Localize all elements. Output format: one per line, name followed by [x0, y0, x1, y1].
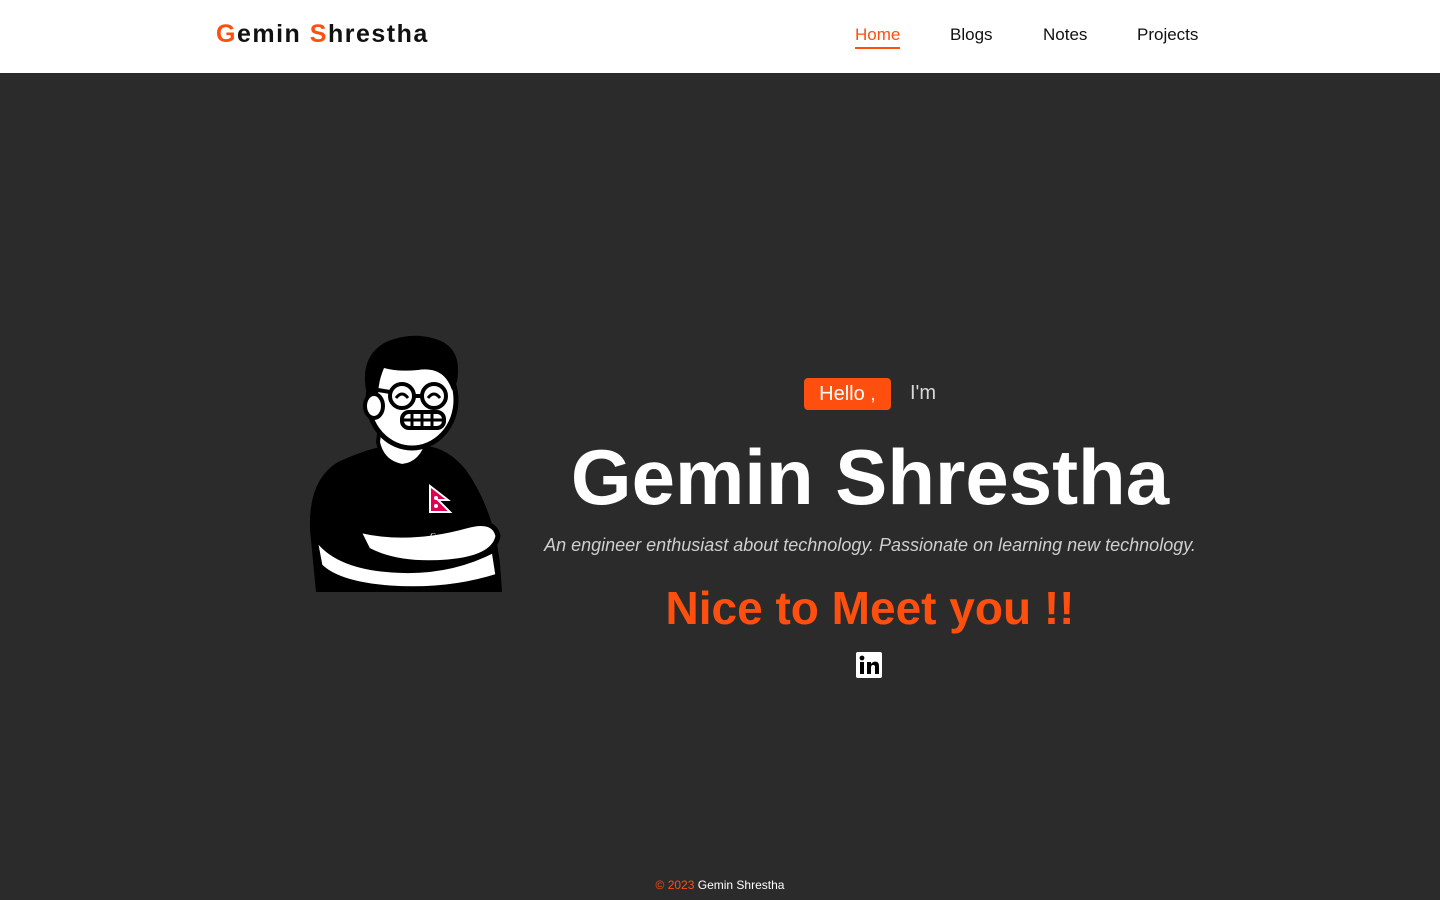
footer-name: Gemin Shrestha [697, 878, 785, 892]
hero-name: Gemin Shrestha [570, 433, 1170, 521]
avatar-illustration: Gemin Shrestha [309, 335, 502, 592]
hello-badge: Hello , [804, 378, 891, 410]
greeting: Nice to Meet you !! [665, 582, 1075, 634]
nav-blogs[interactable]: Blogs [950, 25, 993, 49]
linkedin-icon [856, 652, 882, 678]
brand-initial-first: G [216, 20, 237, 48]
brand-logo[interactable]: Gemin Shrestha [216, 20, 429, 49]
brand-initial-last: S [309, 20, 328, 48]
tagline: An engineer enthusiast about technology.… [544, 535, 1196, 555]
nav-projects[interactable]: Projects [1137, 25, 1198, 49]
brand-last-rest: hrestha [327, 20, 429, 48]
footer: © 2023 Gemin Shrestha [0, 878, 1440, 892]
navbar: Gemin Shrestha Home Blogs Notes Projects [0, 0, 1440, 73]
linkedin-link[interactable] [856, 652, 882, 678]
nav-home[interactable]: Home [855, 25, 901, 49]
footer-copyright: © 2023 [655, 878, 695, 892]
im-text: I'm [910, 382, 937, 404]
brand-first-rest: emin [236, 20, 310, 48]
nav-notes[interactable]: Notes [1043, 25, 1087, 49]
